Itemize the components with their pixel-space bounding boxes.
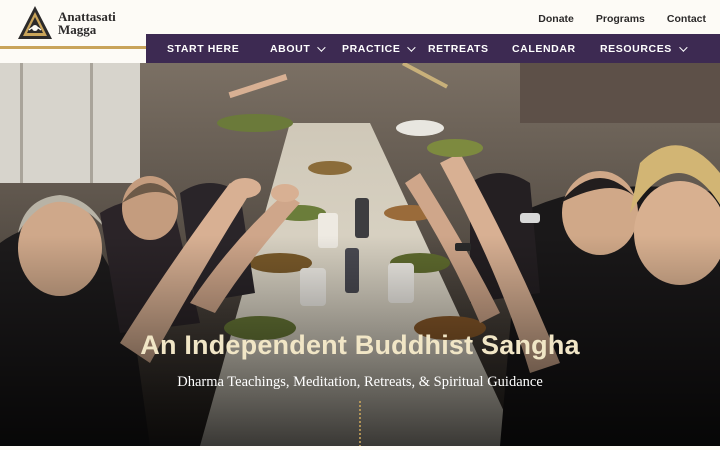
hero-title: An Independent Buddhist Sangha <box>140 330 580 360</box>
nav-item-resources[interactable]: RESOURCES <box>600 34 688 63</box>
nav-label: RESOURCES <box>600 42 672 55</box>
nav-item-retreats[interactable]: RETREATS <box>428 34 489 63</box>
site-logo[interactable]: Anattasati Magga <box>16 4 116 42</box>
nav-label: CALENDAR <box>512 42 576 55</box>
hero-subtitle: Dharma Teachings, Meditation, Retreats, … <box>177 374 543 390</box>
nav-label: ABOUT <box>270 42 311 55</box>
utility-link-donate[interactable]: Donate <box>538 13 574 25</box>
nav-label: RETREATS <box>428 42 489 55</box>
nav-label: PRACTICE <box>342 42 401 55</box>
utility-link-programs[interactable]: Programs <box>596 13 645 25</box>
scroll-indicator-dots <box>359 400 361 446</box>
logo-triangle-icon <box>18 6 52 39</box>
nav-item-start-here[interactable]: START HERE <box>167 34 239 63</box>
chevron-down-icon <box>407 42 417 52</box>
brand-line-2: Magga <box>58 22 97 37</box>
nav-item-calendar[interactable]: CALENDAR <box>512 34 576 63</box>
page-bottom-strip <box>0 446 720 450</box>
main-nav: START HERE ABOUT PRACTICE RETREATS CALEN… <box>146 34 720 63</box>
brand-name: Anattasati Magga <box>58 10 116 36</box>
utility-link-contact[interactable]: Contact <box>667 13 706 25</box>
chevron-down-icon <box>679 42 688 52</box>
nav-label: START HERE <box>167 42 240 55</box>
nav-item-about[interactable]: ABOUT <box>270 34 327 63</box>
nav-item-practice[interactable]: PRACTICE <box>342 34 417 63</box>
chevron-down-icon <box>317 42 327 52</box>
header-accent-line <box>0 46 146 49</box>
hero-banner: An Independent Buddhist Sangha Dharma Te… <box>0 63 720 446</box>
utility-nav: Donate Programs Contact <box>516 13 706 25</box>
